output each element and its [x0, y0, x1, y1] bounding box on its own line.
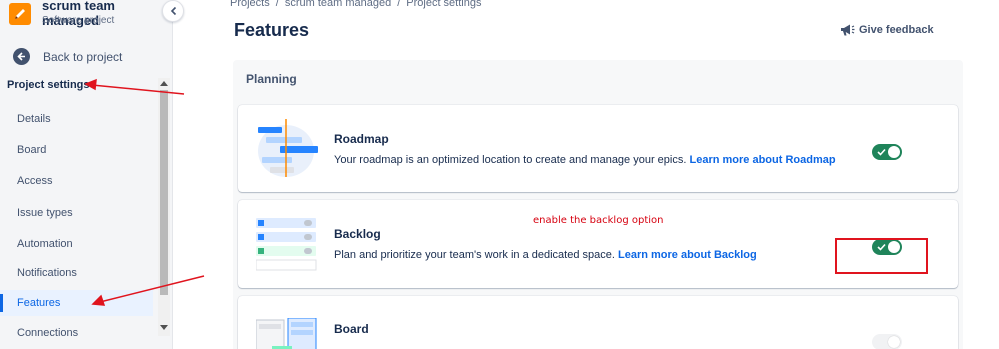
feature-card-board: Board: [238, 296, 958, 349]
feature-title: Backlog: [334, 227, 381, 241]
annotation-highlight-box: [835, 238, 928, 274]
backlog-illustration-icon: [256, 218, 317, 271]
feature-title: Roadmap: [334, 132, 389, 146]
arrow-left-icon: [13, 48, 30, 65]
jira-features-page: scrum team managed Software project Back…: [0, 0, 999, 349]
breadcrumb-settings[interactable]: Project settings: [406, 0, 481, 9]
feature-title: Board: [334, 322, 369, 336]
feature-description: Your roadmap is an optimized location to…: [334, 154, 836, 166]
sidebar-item-automation[interactable]: Automation: [0, 231, 153, 257]
annotation-text: enable the backlog option: [533, 215, 664, 226]
breadcrumb-project[interactable]: scrum team managed: [285, 0, 391, 9]
scroll-up-arrow-icon[interactable]: [160, 81, 168, 86]
roadmap-toggle[interactable]: [872, 144, 902, 160]
sidebar-item-details[interactable]: Details: [0, 106, 153, 132]
sidebar-item-label: Notifications: [17, 267, 77, 279]
collapse-sidebar-button[interactable]: [162, 0, 184, 22]
project-settings-heading: Project settings: [7, 79, 90, 91]
chevron-left-icon: [170, 6, 177, 16]
learn-more-roadmap-link[interactable]: Learn more about Roadmap: [689, 154, 835, 166]
sidebar-item-label: Board: [17, 144, 47, 156]
feature-card-roadmap: Roadmap Your roadmap is an optimized loc…: [238, 105, 958, 192]
feature-description: Plan and prioritize your team's work in …: [334, 249, 757, 261]
learn-more-backlog-link[interactable]: Learn more about Backlog: [618, 249, 757, 261]
sidebar-item-label: Connections: [17, 327, 79, 339]
sidebar-item-features[interactable]: Features: [0, 290, 153, 316]
sidebar-item-label: Access: [17, 175, 53, 187]
project-avatar-icon[interactable]: [9, 3, 31, 25]
back-to-project-link[interactable]: Back to project: [10, 45, 160, 69]
sidebar-item-notifications[interactable]: Notifications: [0, 260, 153, 286]
toggle-knob: [888, 336, 900, 348]
breadcrumb-separator: /: [397, 0, 401, 9]
sidebar-item-label: Details: [17, 113, 51, 125]
sidebar-scrollbar[interactable]: [158, 78, 170, 336]
breadcrumb-projects[interactable]: Projects: [230, 0, 270, 9]
sidebar-item-connections[interactable]: Connections: [0, 320, 153, 346]
sidebar: scrum team managed Software project Back…: [0, 0, 173, 349]
scroll-down-arrow-icon[interactable]: [160, 325, 168, 330]
sidebar-item-label: Issue types: [17, 207, 73, 219]
project-type: Software project: [42, 15, 115, 26]
back-to-project-label: Back to project: [43, 50, 123, 64]
sidebar-item-issue-types[interactable]: Issue types: [0, 200, 153, 226]
breadcrumb-separator: /: [275, 0, 279, 9]
roadmap-illustration-icon: [258, 119, 318, 177]
page-title: Features: [234, 20, 310, 40]
megaphone-icon: [841, 24, 855, 36]
board-illustration-icon: [256, 318, 317, 349]
scrollbar-thumb[interactable]: [160, 90, 168, 295]
board-toggle[interactable]: [872, 334, 902, 349]
sidebar-item-label: Features: [17, 297, 61, 309]
sidebar-item-board[interactable]: Board: [0, 137, 153, 163]
planning-heading: Planning: [246, 72, 297, 86]
sidebar-item-access[interactable]: Access: [0, 168, 153, 194]
check-icon: [877, 148, 886, 156]
give-feedback-label: Give feedback: [859, 24, 934, 36]
breadcrumb: Projects / scrum team managed / Project sett…: [230, 0, 481, 9]
sidebar-item-label: Automation: [17, 238, 73, 250]
toggle-knob: [888, 146, 900, 158]
